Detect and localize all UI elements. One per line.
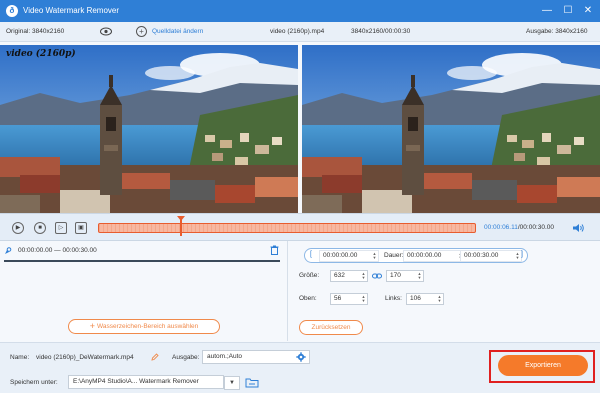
marker-icon xyxy=(5,247,12,254)
size-label: Größe: xyxy=(299,272,320,279)
duration-label: Dauer: xyxy=(384,252,404,259)
area-settings-panel: [ 00:00:00.00▲▼ Dauer: 00:00:00.00▲▼ 00:… xyxy=(296,244,596,340)
plus-icon: + xyxy=(89,321,95,331)
duration-field[interactable]: 00:00:00.00▲▼ xyxy=(403,250,465,262)
panel-divider xyxy=(287,241,288,341)
play-icon[interactable]: ▶ xyxy=(12,222,24,234)
reset-button[interactable]: Zurücksetzen xyxy=(299,320,363,335)
maximize-button[interactable]: ☐ xyxy=(561,4,575,18)
timeline-track[interactable] xyxy=(98,223,476,233)
stop-icon[interactable]: ■ xyxy=(34,222,46,234)
save-location-label: Speichern unter: xyxy=(10,379,58,386)
left-label: Links: xyxy=(385,295,402,302)
chevron-down-icon[interactable]: ▼ xyxy=(224,376,240,390)
close-button[interactable]: ✕ xyxy=(581,4,595,18)
gear-icon[interactable] xyxy=(296,352,306,362)
end-time-field[interactable]: 00:00:30.00 ▲ ▼ xyxy=(460,250,522,262)
original-preview-image xyxy=(0,45,298,213)
clip-row[interactable]: 00:00:00.00 — 00:00:30.00 xyxy=(4,244,280,262)
file-name: video (2160p).mp4 xyxy=(270,28,325,35)
clip-list-panel: 00:00:00.00 — 00:00:30.00 + Wasserzeichen… xyxy=(4,244,284,338)
trash-icon[interactable] xyxy=(270,245,279,255)
add-source-icon[interactable]: + xyxy=(136,26,147,37)
width-field[interactable]: 632 ▲ ▼ xyxy=(330,270,368,282)
title-bar: ð Video Watermark Remover — ☐ ✕ xyxy=(0,0,600,22)
start-time-field[interactable]: 00:00:00.00 ▲ ▼ xyxy=(319,250,379,262)
output-format-label: Ausgabe: xyxy=(172,354,200,361)
save-path-field[interactable]: E:\AnyMP4 Studio\A... Watermark Remover xyxy=(68,375,224,389)
timeline-bar: ▶ ■ ▷ ▣ 00:00:06.11/00:00:30.00 xyxy=(0,213,600,241)
eye-icon[interactable] xyxy=(100,27,112,36)
left-field[interactable]: 106 ▲ ▼ xyxy=(406,293,444,305)
watermark-text: video (2160p) xyxy=(6,49,76,59)
timecode: 00:00:06.11/00:00:30.00 xyxy=(484,224,555,231)
bracket-right-icon: ] xyxy=(521,251,523,258)
playhead[interactable] xyxy=(177,216,185,236)
original-resolution: Original: 3840x2160 xyxy=(6,28,65,35)
snapshot-icon[interactable]: ▣ xyxy=(75,222,87,234)
change-source-link[interactable]: Quelldatei ändern xyxy=(152,28,203,35)
edit-icon[interactable] xyxy=(151,353,159,361)
original-preview[interactable]: video (2160p) xyxy=(0,45,298,213)
select-watermark-area-button[interactable]: + Wasserzeichen-Bereich auswählen xyxy=(68,319,220,334)
top-label: Oben: xyxy=(299,295,317,302)
export-button[interactable]: Exportieren xyxy=(498,355,588,376)
output-format-field[interactable]: autom.;Auto xyxy=(202,350,310,364)
folder-icon[interactable] xyxy=(245,377,259,388)
next-frame-icon[interactable]: ▷ xyxy=(55,222,67,234)
clip-range: 00:00:00.00 — 00:00:30.00 xyxy=(18,247,97,254)
top-field[interactable]: 56 ▲ ▼ xyxy=(330,293,368,305)
link-icon[interactable] xyxy=(372,272,382,280)
name-label: Name: xyxy=(10,354,30,361)
output-preview xyxy=(302,45,600,213)
window-title: Video Watermark Remover xyxy=(23,6,120,15)
app-logo-icon: ð xyxy=(6,5,18,17)
minimize-button[interactable]: — xyxy=(540,4,554,18)
info-bar: Original: 3840x2160 + Quelldatei ändern … xyxy=(0,22,600,42)
bracket-left-icon: [ xyxy=(310,251,312,258)
file-info: 3840x2160/00:00:30 xyxy=(351,28,411,35)
time-range-row: [ 00:00:00.00▲▼ Dauer: 00:00:00.00▲▼ 00:… xyxy=(304,248,528,263)
output-preview-image xyxy=(302,45,600,213)
height-field[interactable]: 170 ▲ ▼ xyxy=(386,270,424,282)
output-name: video (2160p)_DeWatermark.mp4 xyxy=(36,354,134,361)
output-resolution: Ausgabe: 3840x2160 xyxy=(526,28,588,35)
volume-icon[interactable] xyxy=(572,223,584,233)
